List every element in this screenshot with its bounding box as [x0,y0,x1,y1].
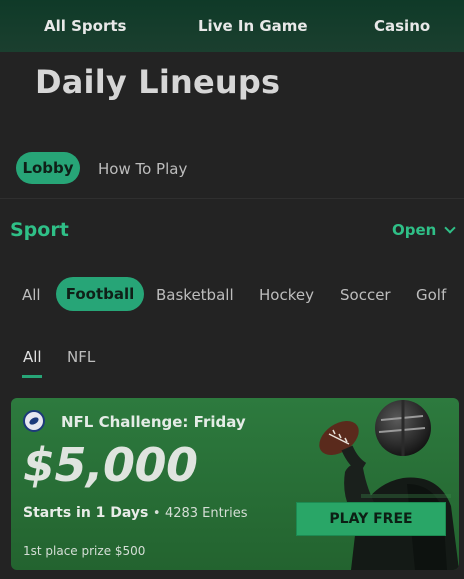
football-logo-icon [23,410,45,432]
league-tab-indicator [22,375,42,378]
section-divider [0,198,464,199]
nav-all-sports[interactable]: All Sports [44,17,126,35]
chevron-down-icon [444,222,457,234]
promo-title: NFL Challenge: Friday [61,413,246,431]
nav-live-in-game[interactable]: Live In Game [198,17,308,35]
open-toggle-label: Open [392,221,437,239]
sport-tab-hockey[interactable]: Hockey [259,286,314,304]
play-free-button[interactable]: PLAY FREE [296,502,446,536]
promo-start-info: Starts in 1 Days • 4283 Entries [23,505,247,521]
sport-tab-soccer[interactable]: Soccer [340,286,391,304]
sport-tab-all[interactable]: All [22,286,41,304]
promo-card[interactable]: NFL Challenge: Friday $5,000 Starts in 1… [11,398,459,570]
sport-section-title: Sport [10,219,69,241]
page-title: Daily Lineups [35,63,281,101]
promo-prize-pool: $5,000 [23,438,198,492]
league-tab-nfl[interactable]: NFL [67,348,95,366]
open-toggle-button[interactable]: Open [392,221,457,239]
promo-start-time: Starts in 1 Days [23,505,149,521]
sport-tab-football[interactable]: Football [56,277,144,311]
promo-entries: 4283 Entries [164,506,248,521]
football-player-image [319,400,459,570]
tab-lobby[interactable]: Lobby [16,152,80,184]
promo-first-prize: 1st place prize $500 [23,544,146,558]
promo-separator: • [152,506,161,521]
league-tab-all[interactable]: All [23,348,42,366]
top-navigation: All Sports Live In Game Casino [0,0,464,52]
sport-tab-golf[interactable]: Golf [416,286,446,304]
tab-how-to-play[interactable]: How To Play [98,160,187,178]
sport-tab-basketball[interactable]: Basketball [156,286,234,304]
nav-casino[interactable]: Casino [374,17,430,35]
